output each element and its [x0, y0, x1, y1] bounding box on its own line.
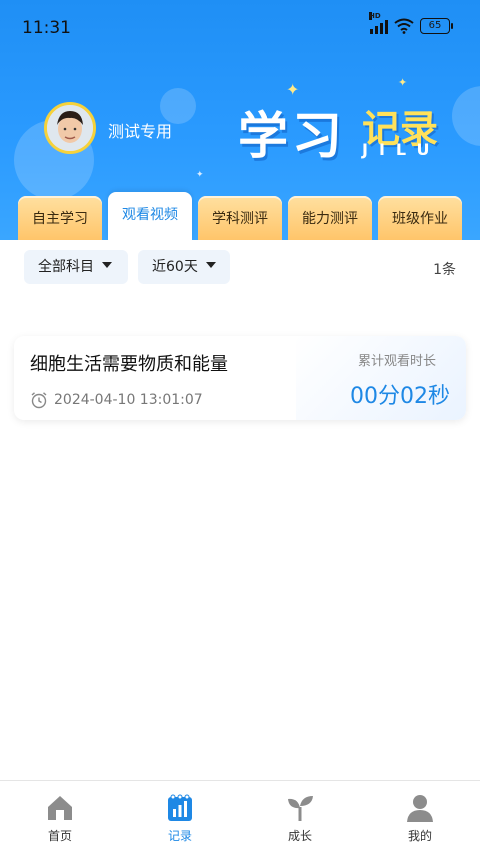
bottom-nav: 首页 记录 成长 我的 [0, 780, 480, 855]
sparkle-icon: ✦ [398, 76, 408, 89]
signal-icon: HD [369, 12, 388, 34]
nav-records-label: 记录 [167, 829, 192, 843]
avatar-photo-icon [47, 105, 93, 151]
subject-filter-label: 全部科目 [38, 259, 94, 275]
avatar[interactable] [44, 102, 96, 154]
period-filter[interactable]: 近60天 [138, 250, 230, 284]
record-count: 1条 [433, 262, 456, 278]
status-bar: 11:31 HD 65 [0, 0, 480, 56]
user-icon [407, 795, 433, 822]
record-time: 2024-04-10 13:01:07 [54, 392, 203, 408]
home-icon [48, 796, 72, 820]
list-item[interactable]: 细胞生活需要物质和能量 2024-04-10 13:01:07 累计观看时长 0… [14, 336, 466, 420]
tab-class-homework[interactable]: 班级作业 [378, 196, 462, 240]
battery-level: 65 [428, 20, 442, 31]
records-chart-icon [168, 794, 192, 821]
nav-growth-label: 成长 [287, 829, 312, 843]
page-title-pinyin: JILU [362, 140, 441, 159]
username: 测试专用 [108, 122, 173, 141]
alarm-clock-icon [31, 392, 47, 409]
nav-home[interactable]: 首页 [0, 793, 120, 844]
network-type: HD [369, 12, 381, 20]
status-time: 11:31 [22, 18, 71, 38]
filter-bar: 全部科目 近60天 1条 [0, 250, 480, 290]
header-banner: ✦ ✦ ✦ 11:31 HD 65 测试专用 学习 记录 JILU 自主学习 观… [0, 0, 480, 240]
caret-down-icon [205, 262, 216, 268]
nav-home-label: 首页 [47, 829, 72, 843]
nav-mine[interactable]: 我的 [360, 793, 480, 844]
wifi-icon [394, 18, 414, 34]
duration-value: 00分02秒 [350, 384, 450, 409]
nav-records[interactable]: 记录 [120, 793, 240, 844]
decor-bubble [452, 86, 480, 146]
subject-filter[interactable]: 全部科目 [24, 250, 128, 284]
battery-icon: 65 [420, 18, 453, 34]
tab-ability-assessment[interactable]: 能力测评 [288, 196, 372, 240]
period-filter-label: 近60天 [152, 259, 198, 275]
nav-mine-label: 我的 [407, 829, 432, 843]
status-icons: HD 65 [369, 12, 453, 34]
nav-growth[interactable]: 成长 [240, 793, 360, 844]
page-title: 学习 [238, 107, 346, 165]
sprout-icon [288, 796, 313, 821]
sparkle-icon: ✦ [196, 170, 204, 180]
duration-label: 累计观看时长 [357, 354, 436, 369]
tab-watch-video[interactable]: 观看视频 [108, 192, 192, 240]
tab-self-study[interactable]: 自主学习 [18, 196, 102, 240]
record-title: 细胞生活需要物质和能量 [30, 354, 228, 375]
tab-subject-assessment[interactable]: 学科测评 [198, 196, 282, 240]
record-tabs: 自主学习 观看视频 学科测评 能力测评 班级作业 [18, 192, 464, 240]
caret-down-icon [102, 262, 112, 268]
